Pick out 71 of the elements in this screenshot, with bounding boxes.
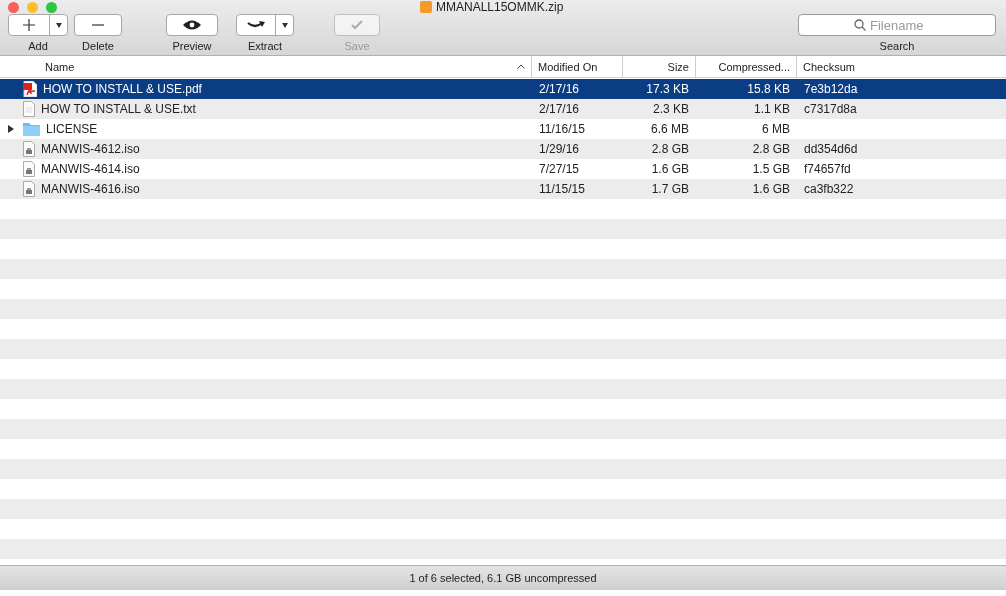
search-icon [854,19,866,31]
file-row[interactable]: MANWIS-4616.iso 11/15/15 1.7 GB 1.6 GB ca3fb322 [0,179,1006,199]
column-header[interactable]: Checksum [796,56,1006,77]
window-title: MMANALL15OMMK.zip [436,0,564,14]
checksum: 7e3b12da [804,82,858,96]
close-button[interactable] [8,1,19,13]
column-header[interactable]: Name [0,56,531,77]
minus-icon [92,24,104,26]
search-field[interactable]: Filename [798,14,996,36]
file-size: 2.8 GB [651,142,689,156]
file-name: LICENSE [46,122,98,136]
compressed-size: 15.8 KB [747,82,790,96]
caret-icon [281,22,288,28]
status-text: 1 of 6 selected, 6.1 GB uncompressed [409,572,597,584]
search-input[interactable]: Filename [870,17,940,33]
caret-icon [55,22,62,28]
file-size: 6.6 MB [651,122,689,136]
checkmark-icon [351,20,363,30]
file-name: HOW TO INSTALL & USE.txt [41,102,196,116]
compressed-size: 2.8 GB [752,142,790,156]
search-label: Search [879,40,915,52]
toolbar-label: Add [28,40,48,52]
file-size: 1.7 GB [651,182,689,196]
compressed-size: 1.6 GB [752,182,790,196]
sort-ascending-icon [517,64,525,69]
file-name: MANWIS-4612.iso [41,142,140,156]
compressed-size: 1.5 GB [752,162,790,176]
delete-button[interactable] [74,14,122,36]
file-name: MANWIS-4614.iso [41,162,140,176]
column-header[interactable]: Compressed... [695,56,796,77]
modified-date: 1/29/16 [539,142,580,156]
checksum: c7317d8a [804,102,857,116]
compressed-size: 6 MB [762,122,790,136]
disk-image-icon [23,161,35,177]
text-file-icon [23,101,35,117]
checksum: ca3fb322 [804,182,854,196]
column-header[interactable]: Size [622,56,695,77]
toolbar-label: Delete [82,40,114,52]
add-button[interactable] [8,14,68,36]
file-row[interactable]: MANWIS-4612.iso 1/29/16 2.8 GB 2.8 GB dd354d6d [0,139,1006,159]
toolbar-label: Preview [172,40,212,52]
checksum: dd354d6d [804,142,858,156]
pdf-file-icon [23,81,37,97]
folder-icon [23,122,40,136]
archive-icon [420,1,432,13]
disclosure-triangle-icon[interactable] [7,125,15,133]
modified-date: 7/27/15 [539,162,580,176]
column-header[interactable]: Modified On [531,56,622,77]
zoom-button[interactable] [46,1,57,13]
toolbar-label: Save [344,40,370,52]
file-row[interactable]: HOW TO INSTALL & USE.txt 2/17/16 2.3 KB 1.1 KB c7317d8a [0,99,1006,119]
preview-button[interactable] [166,14,218,36]
modified-date: 2/17/16 [539,102,580,116]
eye-icon [183,20,201,30]
modified-date: 11/16/15 [539,122,585,136]
file-size: 1.6 GB [651,162,689,176]
file-size: 17.3 KB [646,82,689,96]
toolbar-label: Extract [247,40,283,52]
curved-arrow-icon [247,21,265,29]
file-size: 2.3 KB [652,102,689,116]
extract-button[interactable] [236,14,294,36]
modified-date: 2/17/16 [539,82,580,96]
plus-icon [23,19,35,31]
file-name: MANWIS-4616.iso [41,182,140,196]
file-row[interactable]: HOW TO INSTALL & USE.pdf 2/17/16 17.3 KB 15.8 KB 7e3b12da [0,79,1006,99]
file-name: HOW TO INSTALL & USE.pdf [43,82,202,96]
compressed-size: 1.1 KB [753,102,790,116]
checksum: f74657fd [804,162,851,176]
disk-image-icon [23,141,35,157]
disk-image-icon [23,181,35,197]
modified-date: 11/15/15 [539,182,585,196]
